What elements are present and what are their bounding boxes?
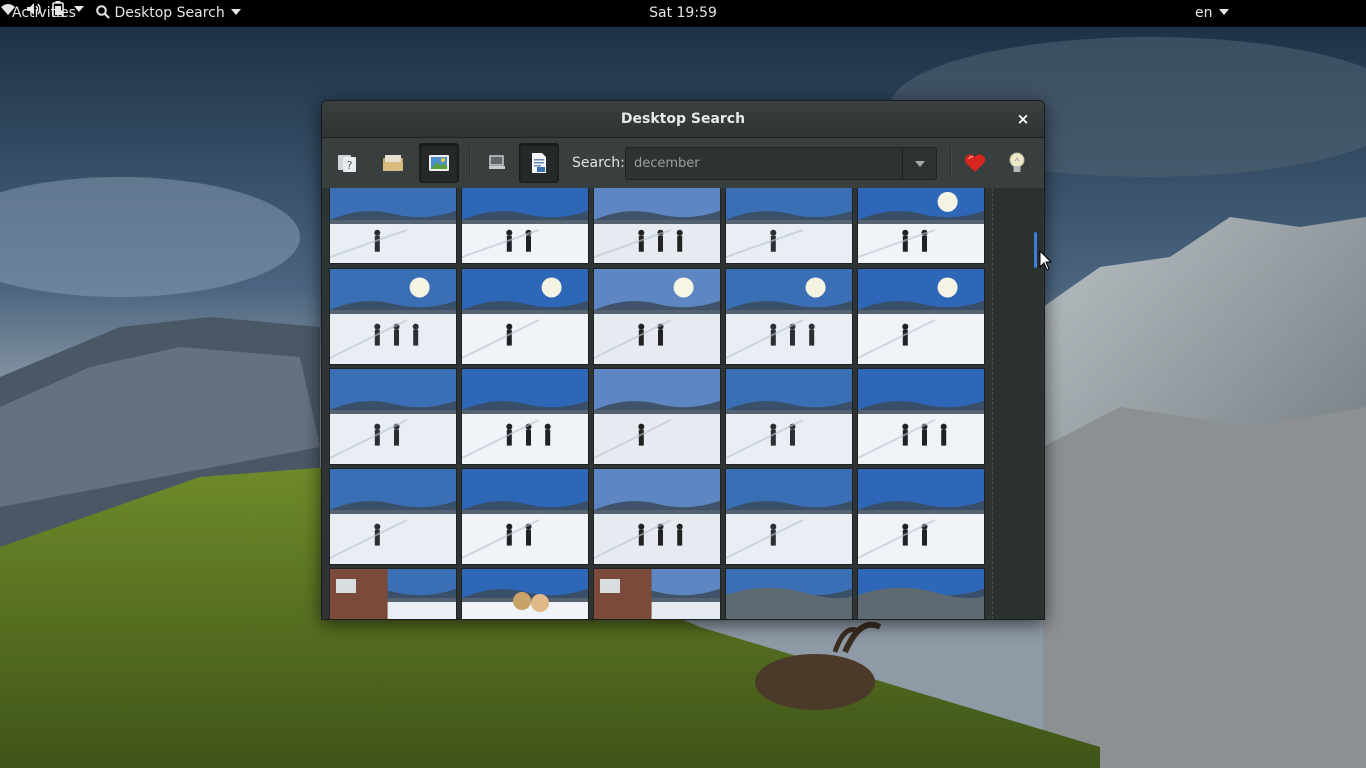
thumbnail-snow-field-people[interactable] bbox=[593, 468, 721, 565]
window-title: Desktop Search bbox=[620, 111, 746, 127]
language-indicator[interactable]: en bbox=[1195, 0, 1229, 27]
heart-icon bbox=[964, 154, 986, 172]
thumbnail-snow-field-person[interactable] bbox=[725, 468, 853, 565]
toolbar-separator bbox=[469, 148, 471, 178]
thumbnail-snow-field-person[interactable] bbox=[857, 468, 985, 565]
folder-button[interactable] bbox=[373, 143, 413, 183]
documents-button[interactable] bbox=[519, 143, 559, 183]
mouse-cursor bbox=[1039, 250, 1053, 271]
folder-icon bbox=[383, 155, 403, 171]
close-button[interactable]: × bbox=[1012, 101, 1034, 137]
thumbnail-snow-sun-cliff[interactable] bbox=[857, 268, 985, 365]
thumbnail-snow-path-trees[interactable] bbox=[329, 188, 457, 264]
toolbar: ? Search: bbox=[322, 138, 1044, 189]
document-icon bbox=[532, 153, 546, 173]
tips-button[interactable] bbox=[997, 143, 1037, 183]
computer-button[interactable] bbox=[477, 143, 517, 183]
help-icon: ? bbox=[338, 155, 356, 172]
help-button[interactable]: ? bbox=[327, 143, 367, 183]
app-menu-label: Desktop Search bbox=[114, 5, 225, 21]
thumbnail-snow-field-trees[interactable] bbox=[593, 268, 721, 365]
thumbnail-snow-slope-people[interactable] bbox=[461, 468, 589, 565]
scrollbar-thumb[interactable] bbox=[1034, 232, 1037, 268]
window-titlebar[interactable]: Desktop Search × bbox=[322, 101, 1044, 138]
desktop-search-window: Desktop Search × ? Search: bbox=[321, 100, 1045, 620]
chevron-down-icon bbox=[230, 9, 241, 15]
thumbnail-snow-trees-sun[interactable] bbox=[329, 268, 457, 365]
svg-text:?: ? bbox=[347, 159, 353, 172]
computer-icon bbox=[489, 155, 505, 169]
thumbnail-snow-person-field[interactable] bbox=[329, 368, 457, 465]
thumbnail-snow-people-field[interactable] bbox=[461, 368, 589, 465]
thumbnail-people-upside-down[interactable] bbox=[461, 188, 589, 264]
search-input[interactable] bbox=[626, 148, 901, 179]
thumbnail-chalet-snow[interactable] bbox=[593, 568, 721, 619]
thumbnail-snow-couple-sun[interactable] bbox=[725, 268, 853, 365]
thumbnail-snow-person-bent[interactable] bbox=[725, 368, 853, 465]
images-button[interactable] bbox=[419, 143, 459, 183]
chevron-down-icon bbox=[1218, 9, 1229, 15]
top-bar: Activities Desktop Search Sat 19:59 en bbox=[0, 0, 1366, 27]
search-combobox bbox=[625, 147, 937, 180]
thumbnail-mountain-sky[interactable] bbox=[725, 568, 853, 619]
thumbnail-mountain-sky[interactable] bbox=[857, 568, 985, 619]
results-gutter bbox=[992, 188, 1035, 619]
images-icon bbox=[429, 155, 449, 171]
thumbnail-snow-people-lake[interactable] bbox=[857, 188, 985, 264]
thumbnail-chalet-people[interactable] bbox=[329, 568, 457, 619]
search-history-dropdown[interactable] bbox=[902, 148, 936, 179]
thumbnail-snow-person-sun[interactable] bbox=[461, 268, 589, 365]
toolbar-separator bbox=[950, 148, 952, 178]
thumbnail-snow-people[interactable] bbox=[725, 188, 853, 264]
thumbnail-skier-selfie[interactable] bbox=[461, 568, 589, 619]
search-label: Search: bbox=[572, 155, 625, 171]
favorites-button[interactable] bbox=[955, 143, 995, 183]
lightbulb-icon bbox=[1009, 152, 1025, 172]
app-menu[interactable]: Desktop Search bbox=[96, 0, 241, 27]
thumbnail-snow-road-trees[interactable] bbox=[593, 368, 721, 465]
activities-button[interactable]: Activities bbox=[12, 0, 76, 27]
language-label: en bbox=[1195, 5, 1213, 21]
results-view[interactable] bbox=[322, 188, 1044, 619]
thumbnail-snow-person-crouch[interactable] bbox=[857, 368, 985, 465]
chevron-down-icon bbox=[914, 160, 925, 167]
search-icon bbox=[96, 5, 110, 19]
thumbnail-snow-slope[interactable] bbox=[329, 468, 457, 565]
clock[interactable]: Sat 19:59 bbox=[649, 5, 717, 21]
thumbnail-snow-person[interactable] bbox=[593, 188, 721, 264]
